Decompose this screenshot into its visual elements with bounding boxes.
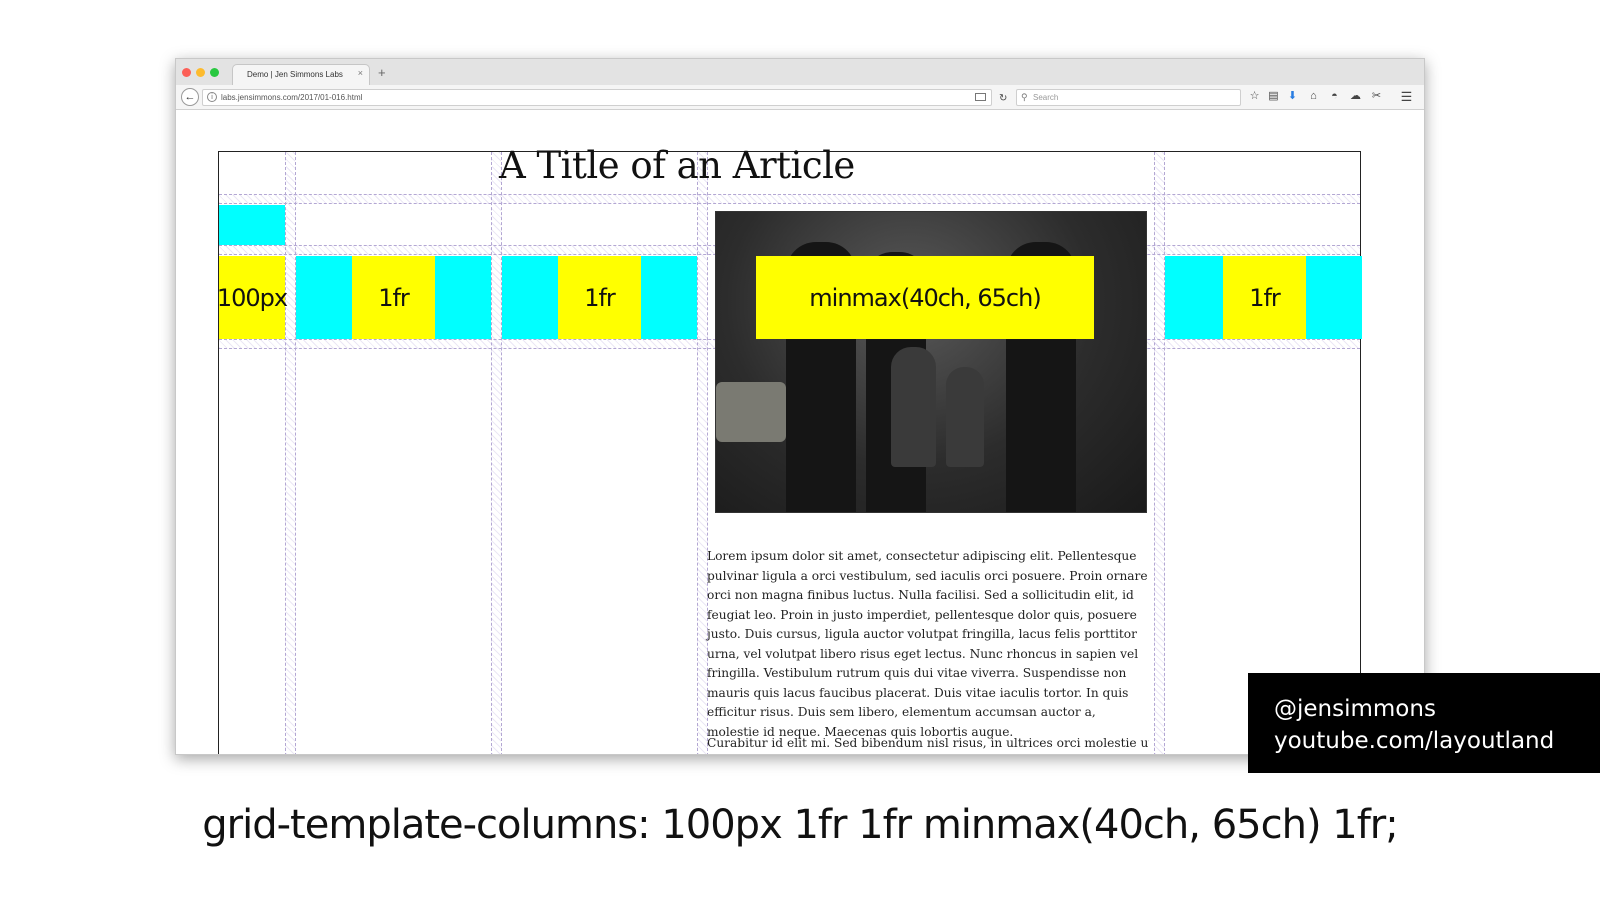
column-label-minmax: minmax(40ch, 65ch): [756, 256, 1094, 339]
article-paragraph: Lorem ipsum dolor sit amet, consectetur …: [707, 549, 1148, 739]
home-icon[interactable]: ⌂: [1307, 90, 1320, 103]
article-paragraph: Curabitur id elit mi. Sed bibendum nisl …: [707, 736, 1149, 750]
credit-box: @jensimmons youtube.com/layoutland: [1248, 673, 1600, 773]
slide-caption: grid-template-columns: 100px 1fr 1fr min…: [202, 802, 1398, 848]
column-gap: [491, 152, 502, 754]
credit-site: youtube.com/layoutland: [1274, 728, 1555, 754]
download-icon[interactable]: ⬇: [1286, 90, 1299, 103]
column-label-1fr: 1fr: [352, 256, 435, 339]
column-label-text: 1fr: [584, 283, 616, 312]
reader-view-icon[interactable]: [975, 93, 986, 101]
page-content: A Title of an Article 100px 1fr 1fr minm…: [176, 111, 1424, 754]
column-label-text: minmax(40ch, 65ch): [809, 283, 1041, 312]
photo-child: [891, 347, 936, 467]
column-label-text: 100px: [216, 283, 288, 312]
maximize-window-button[interactable]: [210, 68, 219, 77]
url-text: labs.jensimmons.com/2017/01-016.html: [221, 93, 363, 102]
browser-tab[interactable]: Demo | Jen Simmons Labs ×: [232, 64, 370, 85]
column-label-1fr: 1fr: [1223, 256, 1306, 339]
credit-handle: @jensimmons: [1274, 696, 1436, 722]
row-gap: [219, 194, 1360, 204]
back-button[interactable]: ←: [181, 88, 199, 106]
info-icon[interactable]: i: [207, 92, 217, 102]
reload-icon[interactable]: ↻: [999, 93, 1007, 104]
navigation-bar: ← i labs.jensimmons.com/2017/01-016.html…: [176, 85, 1424, 110]
close-window-button[interactable]: [182, 68, 191, 77]
photo-bundle: [716, 382, 786, 442]
screenshot-icon[interactable]: ✂: [1370, 90, 1383, 103]
column-label-text: 1fr: [1249, 283, 1281, 312]
browser-window: Demo | Jen Simmons Labs × + ← i labs.jen…: [175, 58, 1425, 755]
menu-icon[interactable]: ☰: [1400, 90, 1413, 103]
minimize-window-button[interactable]: [196, 68, 205, 77]
search-placeholder: Search: [1033, 93, 1059, 102]
new-tab-button[interactable]: +: [378, 65, 386, 80]
library-icon[interactable]: ▤: [1267, 90, 1280, 103]
search-input[interactable]: ⚲ Search: [1016, 89, 1241, 106]
column-label-text: 1fr: [378, 283, 410, 312]
column-gap: [285, 152, 296, 754]
header-cell: [219, 205, 285, 245]
url-bar[interactable]: i labs.jensimmons.com/2017/01-016.html ↻: [202, 89, 1007, 106]
column-label-100px: 100px: [216, 256, 288, 339]
column-label-1fr: 1fr: [558, 256, 641, 339]
column-gap: [1154, 152, 1165, 754]
tab-title: Demo | Jen Simmons Labs: [247, 70, 343, 79]
article-title: A Title of an Article: [499, 144, 855, 187]
pocket-icon[interactable]: ◓: [1328, 90, 1341, 103]
search-icon: ⚲: [1021, 92, 1028, 102]
grid-container: A Title of an Article 100px 1fr 1fr minm…: [216, 144, 1362, 754]
sync-icon[interactable]: ☁: [1349, 90, 1362, 103]
tab-close-icon[interactable]: ×: [358, 68, 363, 78]
tab-strip: Demo | Jen Simmons Labs × +: [176, 59, 1424, 85]
photo-child: [946, 367, 984, 467]
bookmark-star-icon[interactable]: ☆: [1248, 90, 1261, 103]
